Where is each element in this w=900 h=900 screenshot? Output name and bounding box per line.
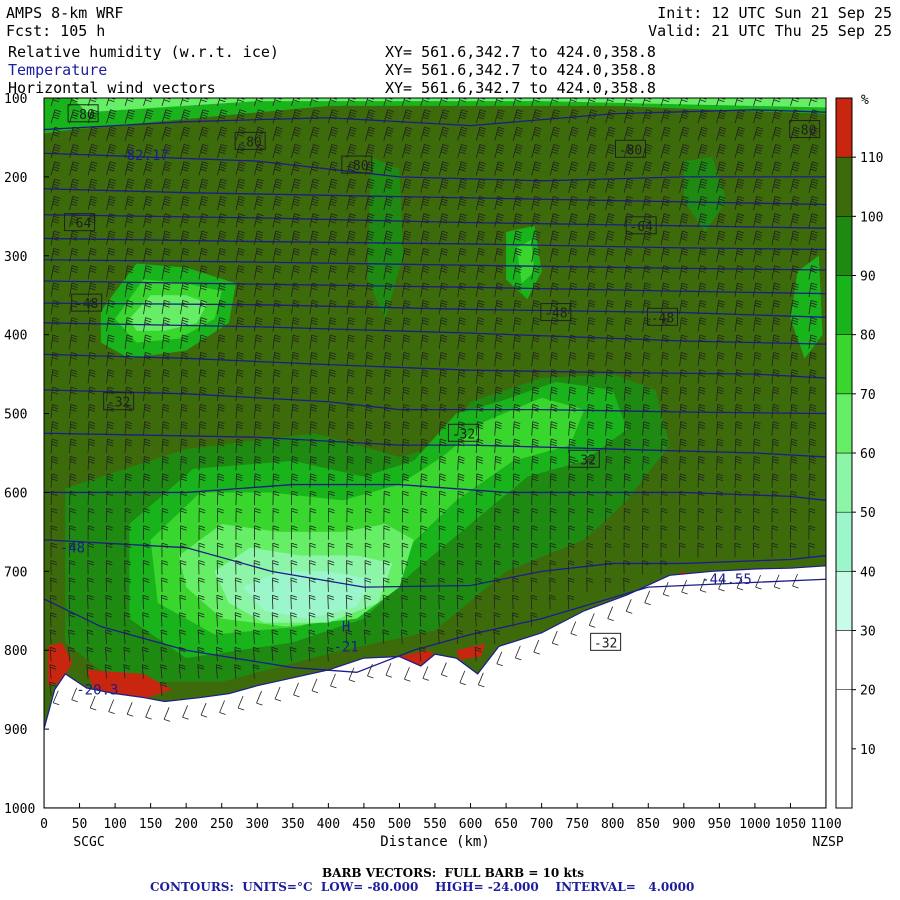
wind-barb-flag: [443, 92, 449, 94]
wind-barb-flag: [424, 95, 430, 97]
wind-barb-flag: [277, 92, 283, 94]
wind-barb-flag: [129, 92, 135, 94]
wind-barb-flag: [295, 92, 301, 94]
wind-barb-flag: [202, 95, 208, 97]
wind-barb-shaft: [124, 473, 126, 488]
wind-barb-shaft: [401, 473, 404, 488]
wind-barb-flag: [74, 92, 80, 94]
wind-barb-shaft: [475, 473, 478, 488]
wind-barb-flag: [92, 92, 98, 94]
wind-barb-flag: [443, 95, 449, 97]
wind-barb-flag: [517, 92, 523, 94]
wind-barb-shaft: [346, 473, 348, 488]
wind-barb-shaft: [143, 473, 145, 488]
wind-barb-shaft: [106, 473, 108, 488]
wind-barb-flag: [111, 92, 117, 94]
wind-barb-flag: [313, 95, 319, 97]
wind-barb-flag: [148, 92, 154, 94]
wind-barb-flag: [184, 95, 190, 97]
wind-barb-shaft: [420, 473, 422, 488]
wind-barb-flag: [239, 95, 245, 97]
wind-barb-flag: [573, 92, 579, 94]
wind-barb-flag: [332, 95, 338, 97]
wind-barb-flag: [350, 95, 356, 97]
wind-barb-flag: [73, 95, 79, 97]
wind-barb-shaft: [254, 473, 256, 488]
wind-barb-shaft: [217, 473, 219, 488]
wind-barb-flag: [147, 95, 153, 97]
wind-barb-flag: [165, 95, 171, 97]
wind-barb-flag: [535, 95, 541, 97]
wind-barb-shaft: [531, 473, 533, 488]
wind-barb-flag: [369, 92, 375, 94]
cross-section-chart: -80-80-80-80-80-82.17-64 -64-48-48 -48-32-…: [4, 92, 883, 850]
wind-barb-shaft: [69, 473, 71, 488]
wind-barb-flag: [610, 92, 616, 94]
wind-barb-flag: [406, 92, 412, 94]
wind-barb-flag: [351, 92, 357, 94]
wind-barb-flag: [91, 95, 97, 97]
wind-barb-flag: [609, 95, 615, 97]
wind-barb-shaft: [364, 473, 367, 488]
wind-barb-shaft: [457, 473, 459, 488]
wind-barb-shaft: [235, 473, 237, 488]
wind-barb-flag: [425, 92, 431, 94]
wind-barb-shaft: [50, 473, 53, 488]
wind-barb-flag: [369, 95, 375, 97]
wind-barb-shaft: [568, 473, 570, 488]
wind-barb-flag: [258, 95, 264, 97]
wind-barb-flag: [258, 92, 264, 94]
wind-barb-flag: [110, 95, 116, 97]
wind-barb-flag: [128, 95, 134, 97]
wind-barb-flag: [221, 92, 227, 94]
wind-barb-flag: [54, 95, 60, 97]
wind-barb-flag: [462, 92, 468, 94]
wind-barb-shaft: [198, 473, 200, 488]
wind-barb-flag: [536, 92, 542, 94]
wind-barb-shaft: [586, 473, 589, 488]
wind-barb-flag: [221, 95, 227, 97]
wind-barb-shaft: [494, 473, 496, 488]
wind-barb-flag: [516, 95, 522, 97]
wind-barb-flag: [166, 92, 172, 94]
wind-barb-flag: [461, 95, 467, 97]
wind-barb-shaft: [327, 473, 330, 488]
wind-barb-flag: [553, 95, 559, 97]
wind-barb-shaft: [87, 473, 90, 488]
wind-barb-flag: [55, 92, 61, 94]
wind-barb-flag: [276, 95, 282, 97]
wind-barb-flag: [590, 95, 596, 97]
wind-barb-flag: [499, 92, 505, 94]
wind-barb-flag: [498, 95, 504, 97]
wind-barb-shaft: [438, 473, 441, 488]
wind-barb-flag: [554, 92, 560, 94]
wind-barb-shaft: [512, 473, 515, 488]
wind-barb-shaft: [272, 473, 274, 488]
wind-barb-flag: [572, 95, 578, 97]
wind-barb-flag: [332, 92, 338, 94]
wind-barb-flag: [185, 92, 191, 94]
wind-barb-flag: [314, 92, 320, 94]
wind-barb-flag: [240, 92, 246, 94]
wind-barb-shaft: [161, 473, 163, 488]
wind-barb-flag: [480, 92, 486, 94]
wind-barb-flag: [387, 95, 393, 97]
wind-barb-flag: [295, 95, 301, 97]
wind-barb-flag: [591, 92, 597, 94]
wind-barb-flag: [480, 95, 486, 97]
wind-barb-shaft: [309, 473, 311, 488]
wind-barb-shaft: [290, 473, 293, 488]
wind-barb-flag: [406, 95, 412, 97]
wind-barb-flag: [203, 92, 209, 94]
wind-barb-shaft: [549, 473, 552, 488]
wind-barb-shaft: [383, 473, 385, 488]
wind-barb-flag: [388, 92, 394, 94]
wind-barb-shaft: [180, 473, 182, 488]
